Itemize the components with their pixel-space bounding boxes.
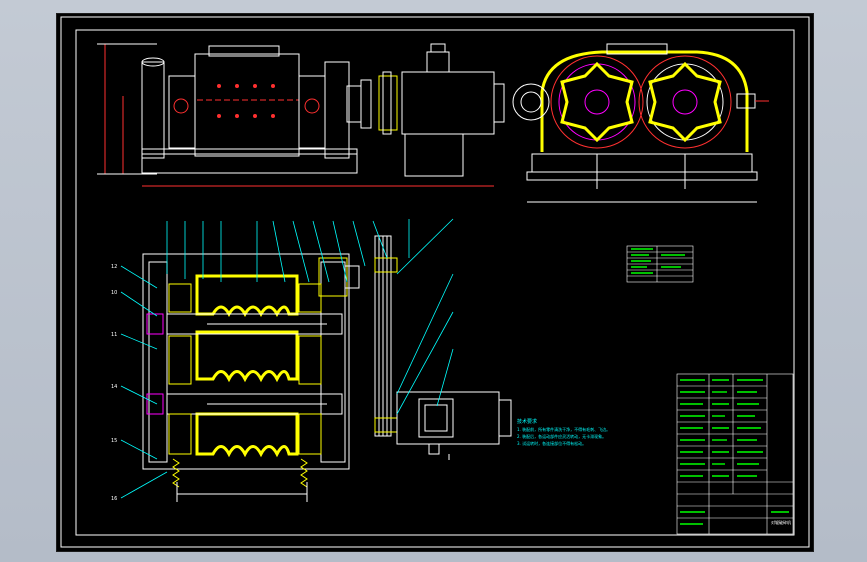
- inner-border: [75, 29, 795, 536]
- leader-number-15: 15: [111, 438, 117, 444]
- notes-title: 技术要求: [517, 418, 537, 425]
- leader-number-16: 16: [111, 496, 117, 502]
- side-view: [512, 43, 769, 203]
- leader-labels: 12 10 11 14 15 16: [111, 264, 117, 502]
- technical-notes: 技术要求 1. 装配前，所有零件清洗干净，不得有毛刺、飞边。 2. 装配后，各运…: [517, 418, 610, 446]
- note-line-1: 1. 装配前，所有零件清洗干净，不得有毛刺、飞边。: [517, 426, 610, 432]
- leader-number-11: 11: [111, 332, 117, 338]
- parts-table: [626, 245, 694, 283]
- title-block-title: 对辊破碎机: [771, 519, 791, 525]
- leader-number-14: 14: [111, 384, 117, 390]
- leader-number-12: 12: [111, 264, 117, 270]
- title-block: 对辊破碎机: [676, 373, 794, 535]
- leader-number-10: 10: [111, 290, 117, 296]
- assembly-drawing: 12 10 11 14 15 16 技术要求 1. 装配前，所有零件清洗干净，不…: [60, 16, 810, 548]
- leader-lines: [120, 218, 454, 499]
- note-line-3: 3. 试运转时，各连接部位不得有松动。: [517, 440, 586, 446]
- cad-drawing-viewport[interactable]: 12 10 11 14 15 16 技术要求 1. 装配前，所有零件清洗干净，不…: [56, 13, 814, 552]
- belt-drive: [374, 235, 512, 460]
- front-view: [97, 43, 505, 187]
- section-view: [142, 253, 360, 502]
- note-line-2: 2. 装配后，各运动部件应灵活转动，无卡滞现象。: [517, 433, 606, 439]
